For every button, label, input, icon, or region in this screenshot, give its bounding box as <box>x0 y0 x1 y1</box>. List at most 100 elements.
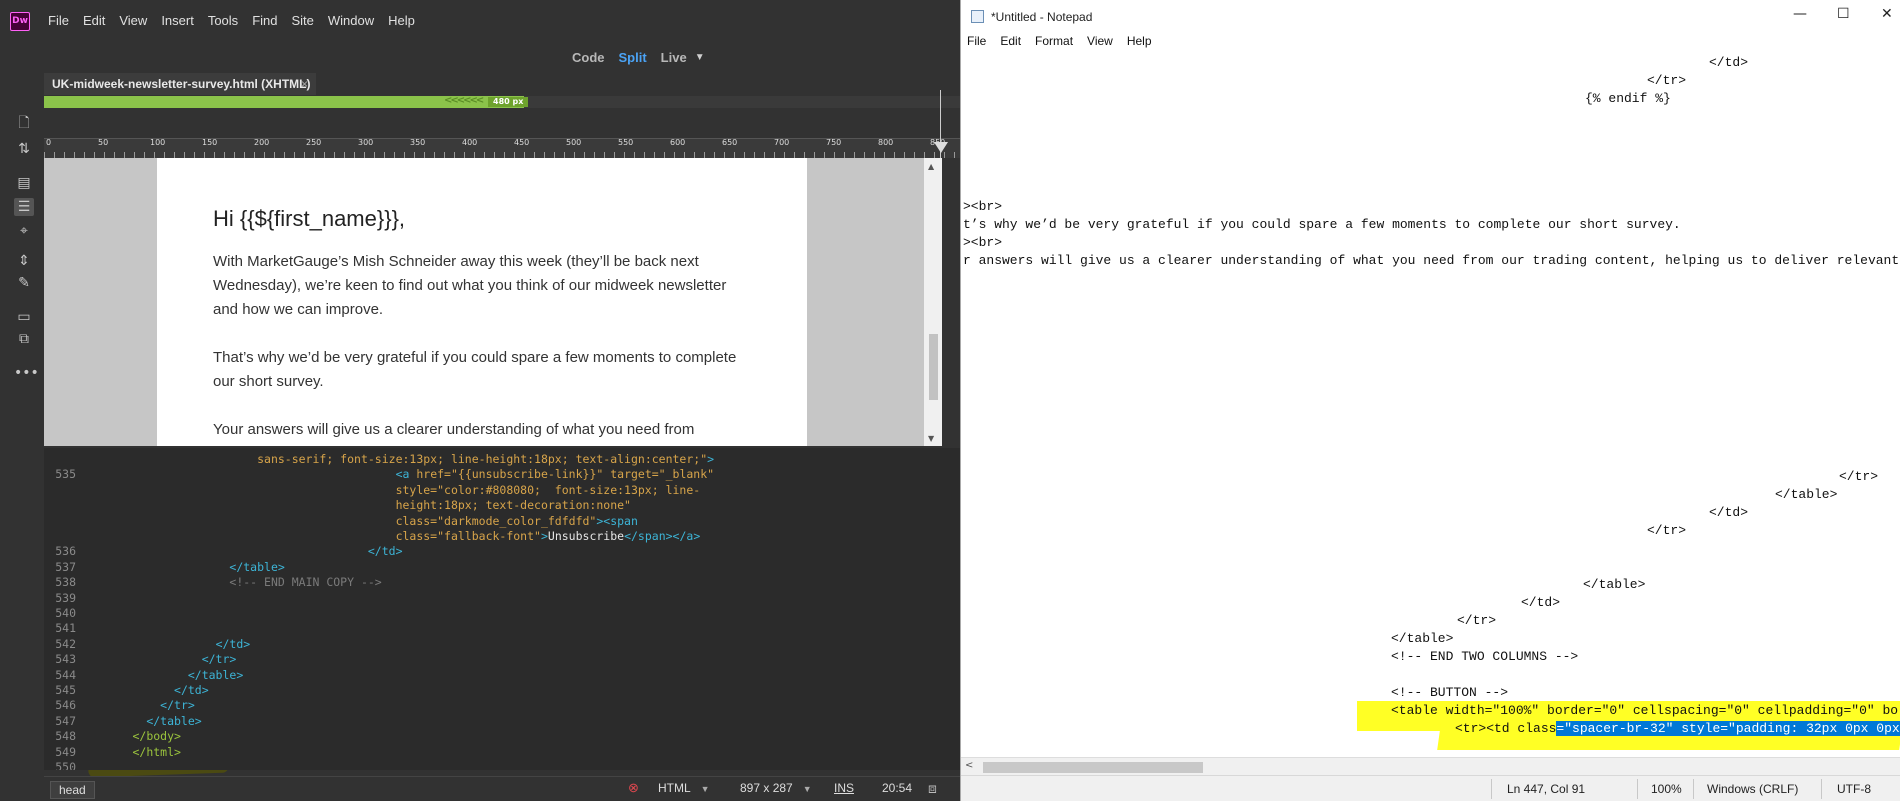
close-icon[interactable]: ✕ <box>1881 6 1893 22</box>
text-line: </tr> <box>1647 523 1687 538</box>
doctype-select[interactable]: HTML ▼ <box>658 781 710 795</box>
target-icon[interactable]: ⌖ <box>14 222 34 240</box>
code-editor[interactable]: sans-serif; font-size:13px; line-height:… <box>44 448 960 770</box>
live-view-button[interactable]: Live <box>661 50 687 65</box>
properties-icon[interactable]: ▤ <box>14 174 34 192</box>
line-number: 544 <box>55 667 76 682</box>
live-design-view[interactable]: Hi {{${first_name}}}, With MarketGauge’s… <box>44 158 924 446</box>
code-text: height:18px; text-decoration:none" <box>395 498 631 513</box>
assets-icon[interactable]: ⧉ <box>14 330 34 348</box>
preview-icon[interactable]: ⧈ <box>928 780 937 797</box>
brush-icon[interactable]: ✎ <box>14 274 34 292</box>
menu-insert[interactable]: Insert <box>161 13 194 28</box>
line-number: 546 <box>55 698 76 713</box>
chevron-down-icon: ▼ <box>700 784 710 794</box>
code-text: class="fallback-font">Unsubscribe</span>… <box>395 529 701 543</box>
menu-find[interactable]: Find <box>252 13 277 28</box>
menu-view[interactable]: View <box>119 13 147 28</box>
text-before-selection: <tr><td class <box>1455 721 1557 736</box>
notepad-icon <box>971 10 984 23</box>
ruler-tick-label: 250 <box>306 138 322 147</box>
file-icon[interactable]: 🗋 <box>14 114 34 132</box>
line-number: 549 <box>55 744 76 759</box>
snippet-icon[interactable]: ▭ <box>14 308 34 326</box>
notepad-text-area[interactable]: </td> </tr> {% endif %} >​<br> t’s why we’d … <box>961 54 1900 757</box>
notepad-window: *Untitled - Notepad — ☐ ✕ File Edit Format… <box>960 0 1900 801</box>
code-text: <a href="{{unsubscribe-link}}" target="_… <box>395 467 715 482</box>
text-line: </table> <box>1391 631 1454 646</box>
text-line: <!-- END TWO COLUMNS --> <box>1391 649 1579 664</box>
menu-help[interactable]: Help <box>388 13 415 28</box>
code-text: </html> <box>132 744 181 759</box>
menu-window[interactable]: Window <box>328 13 374 28</box>
document-tab[interactable]: UK-midweek-newsletter-survey.html (XHTML… <box>44 73 316 95</box>
code-text: </td> <box>215 636 251 651</box>
code-text: <!-- END MAIN COPY --> <box>229 575 382 590</box>
text-line: t’s why we’d be very grateful if you cou… <box>963 217 1681 232</box>
live-view-dropdown-icon[interactable]: ▼ <box>695 52 705 63</box>
email-greeting: Hi {{${first_name}}}, <box>213 206 406 231</box>
scroll-left-icon[interactable]: < <box>965 760 973 771</box>
scroll-up-icon[interactable]: ▲ <box>928 162 934 171</box>
design-scrollbar[interactable]: ▲ ▼ <box>924 158 942 446</box>
cursor-position: 20:54 <box>882 781 913 795</box>
dw-left-toolbar: 🗋 ⇅ ▤ ☰ ⌖ ⇕ ✎ ▭ ⧉ ••• <box>6 74 42 764</box>
notepad-menu-file[interactable]: File <box>967 34 986 54</box>
line-number: 550 <box>55 760 76 770</box>
ruler-tick-label: 400 <box>462 138 478 147</box>
chevron-left-icon: <<<<<< <box>444 95 484 106</box>
scroll-down-icon[interactable]: ▼ <box>928 434 934 443</box>
ruler-tick-label: 750 <box>826 138 842 147</box>
line-number: 538 <box>55 575 76 590</box>
split-view-button[interactable]: Split <box>619 50 647 65</box>
ruler-tick-label: 600 <box>670 138 686 147</box>
text-line: </tr> <box>1457 613 1497 628</box>
design-scroll-thumb[interactable] <box>929 334 938 400</box>
selected-text[interactable]: ="spacer-br-32" style="padding: 32px 0px… <box>1556 721 1900 736</box>
dreamweaver-window: Dw File Edit View Insert Tools Find Site Window… <box>0 0 960 801</box>
sort-icon[interactable]: ⇅ <box>14 140 34 158</box>
code-format-icon[interactable]: ☰ <box>14 198 34 216</box>
window-size-select[interactable]: 897 x 287 ▼ <box>740 781 812 795</box>
notepad-title-bar[interactable]: *Untitled - Notepad — ☐ ✕ <box>961 0 1900 32</box>
menu-tools[interactable]: Tools <box>208 13 238 28</box>
notepad-menu-format[interactable]: Format <box>1035 34 1073 54</box>
text-line: r answers will give us a clearer underst… <box>963 253 1900 268</box>
media-query-bar[interactable]: <<<<<< 480 px <box>44 95 960 108</box>
email-paragraph-2: That’s why we’d be very grateful if you … <box>213 349 737 390</box>
expand-icon[interactable]: ⇕ <box>14 252 34 270</box>
cursor-position: Ln 447, Col 91 <box>1507 782 1586 796</box>
close-tab-icon[interactable]: × <box>301 73 308 95</box>
tag-selector-head[interactable]: head <box>50 781 95 799</box>
menu-file[interactable]: File <box>48 13 69 28</box>
ruler-tick-label: 0 <box>46 138 52 147</box>
menu-edit[interactable]: Edit <box>83 13 105 28</box>
zoom-level: 100% <box>1651 782 1682 796</box>
ruler-tick-label: 450 <box>514 138 530 147</box>
code-view-button[interactable]: Code <box>572 50 605 65</box>
error-icon[interactable]: ⊗ <box>628 780 639 796</box>
notepad-menu-edit[interactable]: Edit <box>1000 34 1021 54</box>
minimize-icon[interactable]: — <box>1793 6 1807 22</box>
text-line: <table width="100%" border="0" cellspaci… <box>1391 703 1899 718</box>
code-text: </tr> <box>201 652 237 667</box>
status-divider <box>1693 779 1694 799</box>
notepad-menu-view[interactable]: View <box>1087 34 1113 54</box>
ruler-marker-icon[interactable] <box>934 142 948 153</box>
insert-mode-toggle[interactable]: INS <box>834 781 854 795</box>
ruler-tick-label: 650 <box>722 138 738 147</box>
line-number: 542 <box>55 636 76 651</box>
notepad-menubar: File Edit Format View Help <box>961 34 1166 54</box>
line-number: 536 <box>55 544 76 559</box>
menu-site[interactable]: Site <box>291 13 313 28</box>
dw-menubar: Dw File Edit View Insert Tools Find Site Window… <box>0 0 960 42</box>
line-number: 545 <box>55 683 76 697</box>
horizontal-scroll-thumb[interactable] <box>983 762 1203 773</box>
notepad-menu-help[interactable]: Help <box>1127 34 1152 54</box>
text-line: {% endif %} <box>1585 91 1671 106</box>
document-tab-title: UK-midweek-newsletter-survey.html (XHTML… <box>52 77 311 91</box>
line-number: 548 <box>55 729 76 744</box>
notepad-horizontal-scrollbar[interactable]: < <box>961 757 1900 775</box>
maximize-icon[interactable]: ☐ <box>1837 6 1850 22</box>
more-icon[interactable]: ••• <box>14 364 39 382</box>
